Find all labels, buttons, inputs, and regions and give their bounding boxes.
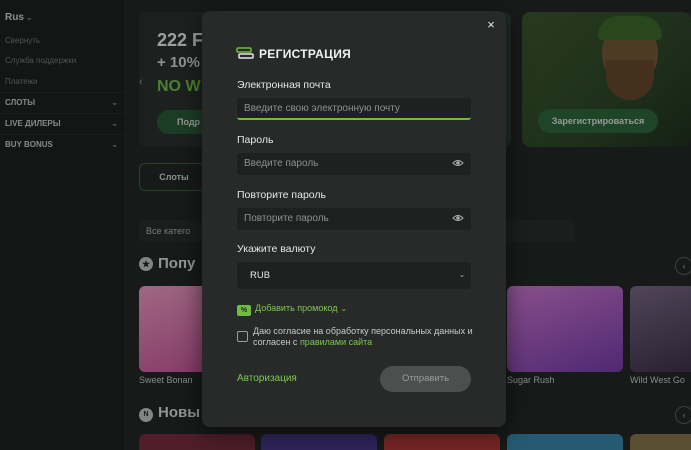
submit-button[interactable]: Отправить bbox=[380, 366, 471, 392]
currency-label: Укажите валюту bbox=[237, 243, 316, 255]
promo-icon: % bbox=[237, 305, 251, 316]
eye-icon[interactable] bbox=[452, 212, 464, 224]
promo-label: Добавить промокод bbox=[255, 303, 338, 313]
casino-page: Rus ⌄ Свернуть Служба поддержки Платежи С… bbox=[0, 0, 691, 450]
password-label: Пароль bbox=[237, 134, 274, 146]
close-button[interactable]: × bbox=[482, 16, 500, 34]
modal-title: РЕГИСТРАЦИЯ bbox=[259, 47, 352, 61]
wallet-icon bbox=[236, 47, 254, 59]
consent-text: Даю согласие на обработку персональных д… bbox=[253, 326, 483, 348]
password-placeholder: Введите пароль bbox=[244, 158, 319, 169]
password-field[interactable]: Введите пароль bbox=[237, 153, 471, 175]
registration-modal: × РЕГИСТРАЦИЯ Электронная почта Введите … bbox=[202, 11, 506, 427]
currency-value: RUB bbox=[250, 270, 271, 281]
repeat-password-field[interactable]: Повторите пароль bbox=[237, 208, 471, 230]
chevron-down-icon: ⌄ bbox=[340, 304, 348, 313]
email-label: Электронная почта bbox=[237, 79, 331, 91]
add-promo-code-toggle[interactable]: % Добавить промокод ⌄ bbox=[237, 303, 347, 316]
consent-checkbox[interactable] bbox=[237, 331, 248, 342]
eye-icon[interactable] bbox=[452, 157, 464, 169]
currency-select[interactable]: RUB ⌄ bbox=[237, 262, 471, 289]
repeat-password-placeholder: Повторите пароль bbox=[244, 213, 329, 224]
site-rules-link[interactable]: правилами сайта bbox=[300, 337, 372, 347]
chevron-down-icon: ⌄ bbox=[459, 272, 465, 279]
login-link[interactable]: Авторизация bbox=[237, 373, 297, 384]
email-field[interactable]: Введите свою электронную почту bbox=[237, 98, 471, 120]
repeat-password-label: Повторите пароль bbox=[237, 189, 326, 201]
